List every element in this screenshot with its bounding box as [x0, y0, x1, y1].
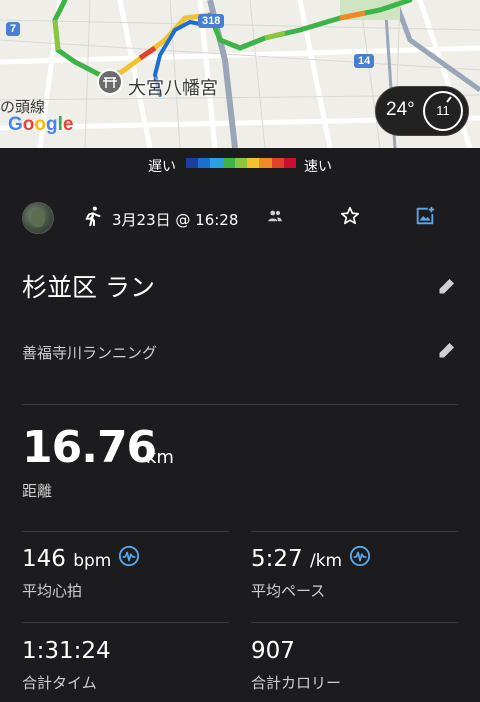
- legend-color-swatch: [234, 158, 248, 168]
- distance-unit: km: [146, 447, 174, 468]
- route-shield-14: 14: [354, 54, 375, 68]
- legend-color-swatch: [259, 158, 272, 168]
- google-logo-letter: e: [62, 114, 74, 135]
- star-icon[interactable]: [339, 205, 361, 227]
- map-place-label: 大宮八幡宮: [128, 78, 218, 99]
- distance-value: 16.76: [22, 422, 157, 473]
- total-time-label: 合計タイム: [22, 674, 97, 692]
- divider: [22, 622, 229, 623]
- google-logo-letter: g: [46, 114, 58, 135]
- avg-pace: 5:27 /km: [251, 546, 342, 572]
- avg-heart-rate: 146 bpm: [22, 546, 111, 572]
- pace-label: 平均ペース: [251, 582, 326, 600]
- divider: [22, 404, 458, 405]
- google-logo-letter: G: [8, 114, 23, 135]
- total-calories-value: 907: [251, 638, 295, 664]
- weather-pill: 24° 11: [375, 86, 469, 136]
- wind-speed-value: 11: [436, 103, 450, 118]
- route-shield-7: 7: [6, 22, 21, 36]
- heart-rate-unit: bpm: [73, 551, 112, 571]
- pace-unit: /km: [309, 551, 343, 571]
- google-logo: Google: [8, 114, 73, 136]
- legend-color-swatch: [247, 158, 260, 168]
- google-logo-letter: o: [34, 114, 46, 135]
- total-calories-label: 合計カロリー: [251, 674, 342, 692]
- route-shield-318: 318: [198, 14, 225, 28]
- google-logo-letter: o: [22, 114, 35, 135]
- avatar[interactable]: [22, 202, 54, 234]
- heart-rate-label: 平均心拍: [22, 582, 83, 600]
- distance-label: 距離: [22, 482, 53, 500]
- pace-value: 5:27: [251, 546, 303, 572]
- activity-description: 善福寺川ランニング: [22, 344, 158, 362]
- edit-title-icon[interactable]: [437, 276, 457, 296]
- people-icon[interactable]: [266, 207, 284, 225]
- legend-color-swatch: [283, 158, 296, 168]
- add-photo-icon[interactable]: [414, 205, 436, 227]
- legend-color-swatch: [186, 158, 199, 168]
- wind-icon: 11: [423, 91, 463, 131]
- heart-rate-value: 146: [22, 546, 66, 572]
- activity-title: 杉並区 ラン: [22, 273, 155, 302]
- heart-rate-chart-icon[interactable]: [118, 545, 140, 567]
- legend-color-swatch: [210, 158, 223, 168]
- running-icon: [85, 206, 101, 227]
- divider: [251, 622, 458, 623]
- total-time-value: 1:31:24: [22, 638, 111, 664]
- route-map[interactable]: 318 14 7 大宮八幡宮 の頭線 Google 24° 11: [0, 0, 480, 148]
- legend-color-swatch: [222, 158, 235, 168]
- divider: [22, 531, 229, 532]
- divider: [251, 531, 458, 532]
- legend-slow-label: 遅い: [148, 159, 176, 175]
- activity-date: 3月23日 @ 16:28: [112, 211, 239, 229]
- legend-color-swatch: [271, 158, 284, 168]
- legend-fast-label: 速い: [304, 159, 332, 175]
- pace-chart-icon[interactable]: [349, 545, 371, 567]
- edit-description-icon[interactable]: [437, 340, 457, 360]
- speed-legend: 遅い 速い: [0, 148, 480, 184]
- legend-color-bar: [186, 158, 296, 168]
- temperature-value: 24°: [386, 99, 415, 120]
- legend-color-swatch: [198, 158, 211, 168]
